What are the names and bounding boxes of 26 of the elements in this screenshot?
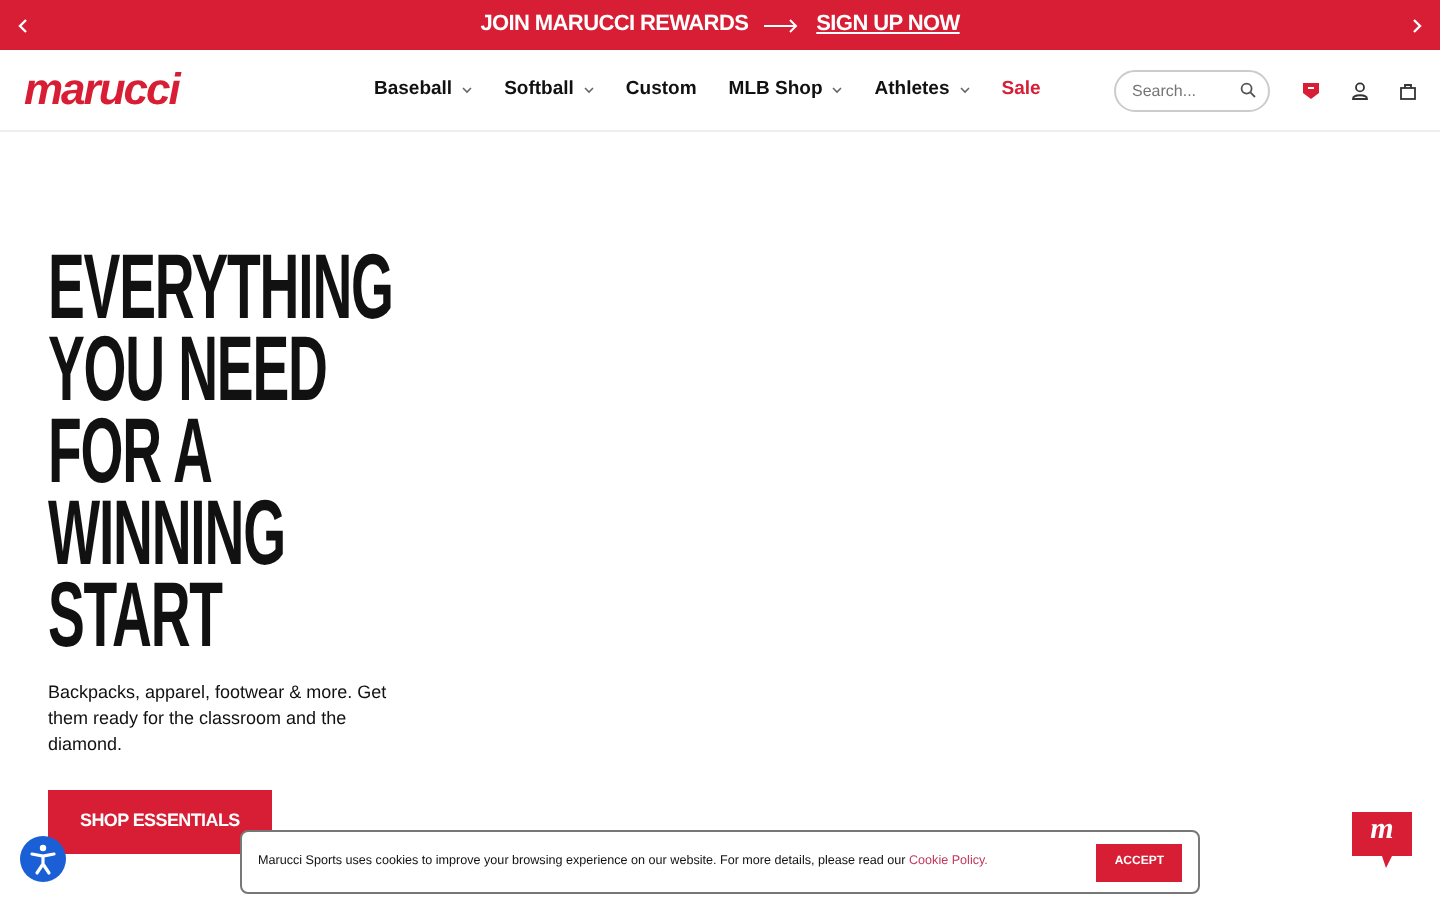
caret-icon [959,86,970,94]
chevron-left-icon[interactable] [16,17,28,33]
signup-link[interactable]: SIGN UP NOW [816,8,960,42]
nav-link[interactable]: Custom [625,75,697,105]
caret-icon [462,86,473,94]
caret-icon [583,86,594,94]
nav-link[interactable]: Baseball [374,75,473,105]
chevron-right-icon[interactable] [1412,17,1424,33]
bag-icon[interactable] [1400,81,1416,99]
logo[interactable]: marucci [24,68,374,112]
hero-text: Backpacks, apparel, footwear & more. Get them ready for the classroom and the diamond. [48,680,389,759]
arrow-right-icon [764,17,801,33]
hero-heading: EVERYTHING YOU NEED FOR A WINNING START [48,246,395,656]
search-field[interactable]: Search... [1114,69,1270,111]
search-icon[interactable] [1240,82,1256,98]
nav-link[interactable]: Sale [1001,75,1041,105]
chat-button[interactable]: m [1352,812,1412,868]
shield-icon[interactable] [1302,81,1320,99]
shop-button[interactable]: SHOP ESSENTIALS [48,790,272,854]
nav-link[interactable]: Softball [504,75,594,105]
accessibility-icon[interactable] [20,836,66,882]
user-icon[interactable] [1352,81,1368,99]
caret-icon [832,86,843,94]
promo-text: JOIN MARUCCI REWARDS [480,10,749,41]
nav-link[interactable]: MLB Shop [728,75,843,105]
nav-link[interactable]: Athletes [874,75,970,105]
